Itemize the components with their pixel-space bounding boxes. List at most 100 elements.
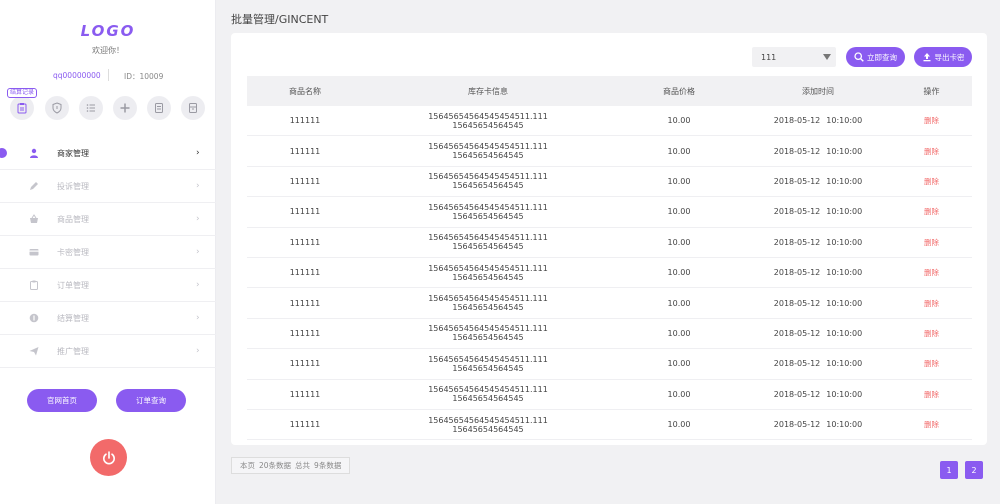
shield-icon — [52, 102, 62, 114]
account-id: ID：10009 — [124, 72, 164, 81]
chevron-right-icon: › — [196, 148, 200, 158]
quick-tag: 结算记录 — [7, 88, 38, 98]
page-label: 本页 — [240, 461, 255, 470]
cell-date: 2018-05-12 — [773, 176, 821, 186]
delete-link[interactable]: 删除 — [924, 268, 939, 277]
page-button-2[interactable]: 2 — [965, 461, 983, 479]
chevron-right-icon: › — [196, 346, 200, 356]
settlement-record-button[interactable]: 结算记录 — [7, 88, 38, 120]
cell-added-time: 2018-05-12 10:10:00 — [745, 390, 891, 399]
cell-card-info: 15645654564545454511.111 15645654564545 — [363, 324, 613, 342]
cell-date: 2018-05-12 — [773, 328, 821, 338]
cell-date: 2018-05-12 — [773, 268, 821, 278]
cell-date: 2018-05-12 — [773, 237, 821, 247]
list-icon — [86, 104, 95, 112]
delete-link[interactable]: 删除 — [924, 359, 939, 368]
card-info-line1: 15645654564545454511.111 — [428, 263, 548, 273]
page-title: 批量管理/GINCENT — [231, 13, 329, 26]
search-button-label: 立即查询 — [867, 52, 897, 62]
cell-added-time: 2018-05-12 10:10:00 — [745, 177, 891, 186]
card-info-line2: 15645654564545 — [452, 363, 524, 373]
cell-card-info: 15645654564545454511.111 15645654564545 — [363, 142, 613, 160]
cell-price: 10.00 — [667, 146, 691, 156]
sidebar-item-label: 商品管理 — [57, 214, 89, 224]
paper-plane-icon — [29, 346, 39, 356]
cell-price: 10.00 — [667, 298, 691, 308]
delete-link[interactable]: 删除 — [924, 177, 939, 186]
logout-button[interactable] — [90, 439, 127, 476]
delete-link[interactable]: 删除 — [924, 420, 939, 429]
side-menu: 商家管理 › 投诉管理 › 商品管理 › 卡密管理 › 订单管理 › 结算管理 … — [0, 137, 216, 368]
table-row: 111111 15645654564545454511.111 1564565456… — [247, 410, 972, 441]
archive-icon — [189, 103, 197, 113]
sidebar-item-label: 商家管理 — [57, 148, 89, 158]
delete-link[interactable]: 删除 — [924, 238, 939, 247]
cell-price: 10.00 — [667, 116, 691, 126]
sidebar-item-label: 卡密管理 — [57, 247, 89, 257]
sidebar-item-settlement[interactable]: 结算管理 › — [0, 302, 216, 335]
col-product-name: 商品名称 — [289, 86, 321, 96]
table-row: 111111 15645654564545454511.111 1564565456… — [247, 197, 972, 228]
delete-link[interactable]: 删除 — [924, 147, 939, 156]
cell-date: 2018-05-12 — [773, 420, 821, 430]
cell-added-time: 2018-05-12 10:10:00 — [745, 359, 891, 368]
delete-link[interactable]: 删除 — [924, 116, 939, 125]
cell-product-name: 111111 — [289, 359, 321, 369]
cell-product-name: 111111 — [289, 389, 321, 399]
sidebar-item-complaints[interactable]: 投诉管理 › — [0, 170, 216, 203]
document-button[interactable] — [147, 96, 171, 120]
delete-link[interactable]: 删除 — [924, 207, 939, 216]
filter-select[interactable]: 111 — [752, 47, 836, 67]
table-row: 111111 15645654564545454511.111 1564565456… — [247, 167, 972, 198]
list-button[interactable] — [79, 96, 103, 120]
cell-date: 2018-05-12 — [773, 116, 821, 126]
table-row: 111111 15645654564545454511.111 1564565456… — [247, 288, 972, 319]
cell-price: 10.00 — [667, 268, 691, 278]
cell-action: 删除 — [891, 146, 972, 157]
cell-product-name: 111111 — [289, 298, 321, 308]
sidebar-item-promotion[interactable]: 推广管理 › — [0, 335, 216, 368]
select-value: 111 — [761, 52, 777, 62]
cell-card-info: 15645654564545454511.111 15645654564545 — [363, 172, 613, 190]
cell-action: 删除 — [891, 298, 972, 309]
chevron-right-icon: › — [196, 247, 200, 257]
col-price: 商品价格 — [663, 86, 695, 96]
cell-time: 10:10:00 — [826, 298, 863, 308]
homepage-button[interactable]: 官网首页 — [27, 389, 97, 412]
cell-product-name: 111111 — [289, 237, 321, 247]
cell-added-time: 2018-05-12 10:10:00 — [745, 238, 891, 247]
account-divider — [108, 69, 109, 81]
card-info-line2: 15645654564545 — [452, 424, 524, 434]
cell-action: 删除 — [891, 176, 972, 187]
cell-time: 10:10:00 — [826, 176, 863, 186]
card-info-line1: 15645654564545454511.111 — [428, 294, 548, 304]
delete-link[interactable]: 删除 — [924, 390, 939, 399]
sidebar-item-products[interactable]: 商品管理 › — [0, 203, 216, 236]
sidebar-item-merchant[interactable]: 商家管理 › — [0, 137, 216, 170]
page-summary: 本页 20条数据 总共 9条数据 — [231, 457, 351, 474]
export-button[interactable]: 导出卡密 — [914, 47, 972, 67]
sidebar-item-orders[interactable]: 订单管理 › — [0, 269, 216, 302]
welcome-text: 欢迎你！ — [92, 46, 124, 55]
search-button[interactable]: 立即查询 — [846, 47, 905, 67]
sidebar-item-cards[interactable]: 卡密管理 › — [0, 236, 216, 269]
card-info-line2: 15645654564545 — [452, 272, 524, 282]
sidebar: LOGO 欢迎你！ qq00000000 ID：10009 结算记录 商家管理 … — [0, 0, 216, 504]
col-action: 操作 — [923, 86, 940, 96]
coin-icon — [29, 313, 39, 323]
total-label: 总共 — [295, 461, 311, 470]
cell-action: 删除 — [891, 237, 972, 248]
chevron-right-icon: › — [196, 214, 200, 224]
add-button[interactable] — [113, 96, 137, 120]
shield-button[interactable] — [45, 96, 69, 120]
cell-action: 删除 — [891, 115, 972, 126]
table-row: 111111 15645654564545454511.111 1564565456… — [247, 380, 972, 410]
page-button-1[interactable]: 1 — [940, 461, 958, 479]
delete-link[interactable]: 删除 — [924, 329, 939, 338]
plus-icon — [120, 103, 130, 113]
order-query-button[interactable]: 订单查询 — [116, 389, 186, 412]
cell-price: 10.00 — [667, 176, 691, 186]
archive-button[interactable] — [181, 96, 205, 120]
card-icon — [29, 247, 39, 257]
delete-link[interactable]: 删除 — [924, 299, 939, 308]
